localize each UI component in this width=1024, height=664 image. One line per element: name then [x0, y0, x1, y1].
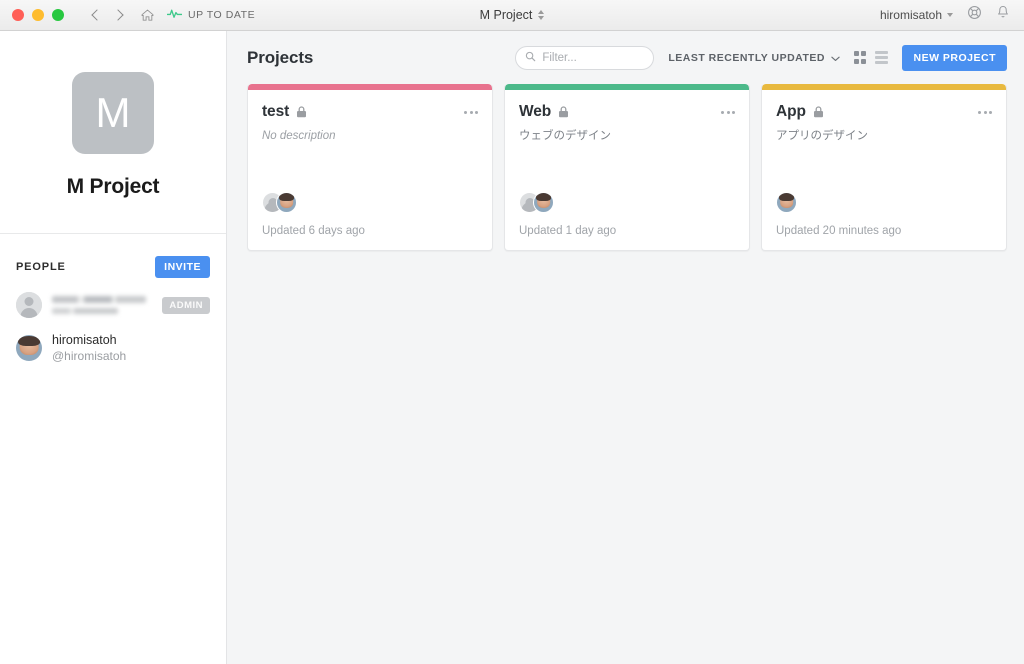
project-card-header: App [776, 103, 992, 121]
project-description: ウェブのデザイン [519, 130, 611, 142]
avatar [276, 192, 297, 213]
people-item-name-redacted [52, 296, 146, 303]
project-updated: Updated 6 days ago [262, 225, 365, 237]
project-card[interactable]: App アプリのデザイン Updated 20 minutes ago [761, 84, 1007, 251]
project-description: No description [262, 130, 336, 142]
search-icon [525, 49, 536, 67]
people-section: PEOPLE INVITE ADMIN hiromisatoh @hiromis… [0, 234, 226, 364]
up-down-chevron-icon[interactable] [538, 10, 545, 20]
app-window: UP TO DATE M Project hiromisatoh M M Pro… [0, 0, 1024, 664]
people-item-handle: @hiromisatoh [52, 349, 127, 364]
toolbar-controls: LEAST RECENTLY UPDATED NEW PROJECT [515, 44, 1007, 71]
bell-icon[interactable] [996, 5, 1010, 25]
people-item-info: hiromisatoh @hiromisatoh [52, 332, 210, 364]
project-description: アプリのデザイン [776, 130, 868, 142]
sort-dropdown[interactable]: LEAST RECENTLY UPDATED [668, 49, 840, 67]
grid-view-icon[interactable] [853, 51, 867, 64]
ellipsis-icon[interactable] [721, 107, 735, 118]
project-members [262, 192, 478, 225]
team-header: M M Project [0, 31, 226, 234]
main-content: Projects LEAST RECENTLY UPDATED [227, 31, 1024, 664]
titlebar-right-tools: hiromisatoh [880, 5, 1024, 25]
people-list-item[interactable]: hiromisatoh @hiromisatoh [16, 332, 210, 364]
people-item-name: hiromisatoh [52, 333, 117, 347]
lock-icon [813, 106, 824, 118]
sync-status-label: UP TO DATE [188, 9, 256, 21]
people-heading: PEOPLE [16, 261, 66, 273]
project-title: App [776, 103, 806, 120]
navigation-buttons [84, 4, 155, 26]
people-header: PEOPLE INVITE [16, 256, 210, 278]
team-name: M Project [66, 175, 160, 198]
projects-grid: test No description Updated 6 days ago W… [227, 84, 1024, 251]
project-members [776, 192, 992, 225]
window-title-text: M Project [479, 8, 533, 22]
back-button[interactable] [84, 4, 106, 26]
ellipsis-icon[interactable] [464, 107, 478, 118]
view-toggle [853, 51, 889, 64]
filter-field[interactable] [515, 45, 655, 70]
project-card-header: Web [519, 103, 735, 121]
minimize-window-button[interactable] [32, 9, 44, 21]
avatar [533, 192, 554, 213]
window-controls [0, 9, 64, 21]
chevron-down-icon [947, 13, 953, 17]
user-menu-label: hiromisatoh [879, 8, 942, 22]
new-project-button[interactable]: NEW PROJECT [902, 44, 1007, 71]
project-updated: Updated 20 minutes ago [776, 225, 902, 237]
status-badge: ADMIN [162, 296, 210, 314]
project-title: Web [519, 103, 552, 120]
home-icon[interactable] [140, 8, 155, 23]
lock-icon [296, 106, 307, 118]
invite-button[interactable]: INVITE [155, 256, 210, 278]
sidebar: M M Project PEOPLE INVITE ADMIN hiromisa… [0, 31, 227, 664]
lock-icon [558, 106, 569, 118]
search-input[interactable] [542, 51, 645, 64]
ellipsis-icon[interactable] [978, 107, 992, 118]
team-avatar[interactable]: M [72, 72, 154, 154]
main-toolbar: Projects LEAST RECENTLY UPDATED [227, 31, 1024, 84]
title-bar: UP TO DATE M Project hiromisatoh [0, 0, 1024, 31]
people-item-handle-redacted [52, 308, 118, 314]
chevron-down-icon [831, 49, 840, 67]
project-card-header: test [262, 103, 478, 121]
project-members [519, 192, 735, 225]
people-item-redacted-info [52, 296, 152, 314]
forward-button[interactable] [108, 4, 130, 26]
list-view-icon[interactable] [875, 51, 889, 64]
lifebuoy-icon[interactable] [967, 5, 982, 25]
project-updated: Updated 1 day ago [519, 225, 617, 237]
project-card[interactable]: test No description Updated 6 days ago [247, 84, 493, 251]
maximize-window-button[interactable] [52, 9, 64, 21]
project-card[interactable]: Web ウェブのデザイン Updated 1 day ago [504, 84, 750, 251]
sync-status: UP TO DATE [166, 6, 256, 24]
sort-dropdown-label: LEAST RECENTLY UPDATED [668, 51, 825, 64]
people-list-item[interactable]: ADMIN [16, 292, 210, 318]
user-menu[interactable]: hiromisatoh [880, 8, 953, 22]
project-title: test [262, 103, 290, 120]
avatar [16, 335, 42, 362]
avatar [16, 292, 42, 318]
page-title: Projects [247, 47, 314, 67]
avatar [776, 192, 797, 213]
close-window-button[interactable] [12, 9, 24, 21]
app-body: M M Project PEOPLE INVITE ADMIN hiromisa… [0, 31, 1024, 664]
pulse-icon [166, 6, 183, 24]
